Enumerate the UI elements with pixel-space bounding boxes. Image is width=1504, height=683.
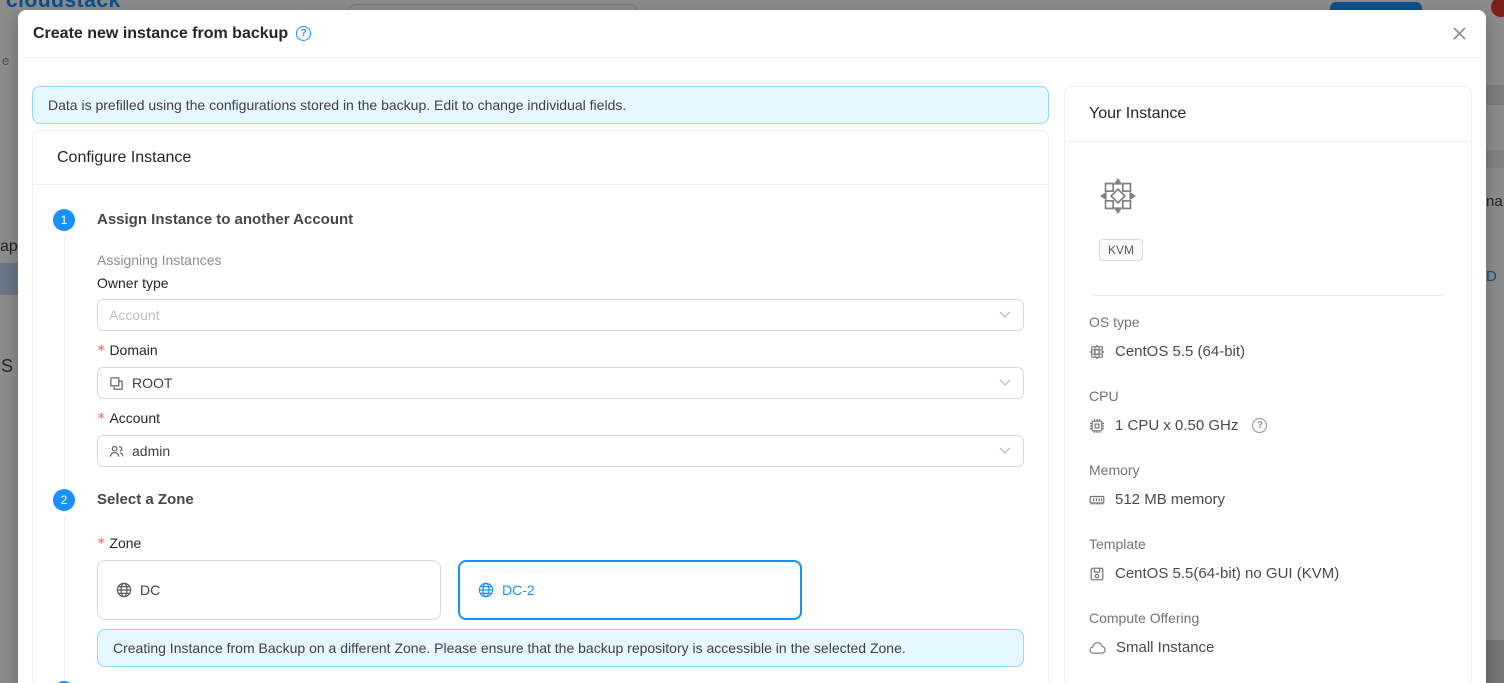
team-icon	[109, 444, 124, 459]
account-label: *Account	[97, 410, 1024, 427]
template-label: Template	[1089, 536, 1447, 552]
configure-instance-card: Configure Instance 1 Assign Instance to …	[32, 130, 1049, 683]
memory-label: Memory	[1089, 462, 1447, 478]
compute-offering-label: Compute Offering	[1089, 610, 1447, 626]
configure-instance-title: Configure Instance	[33, 131, 1048, 185]
create-instance-from-backup-modal: Create new instance from backup ? Data i…	[18, 10, 1486, 683]
owner-type-select[interactable]: Account	[97, 299, 1024, 331]
block-icon	[109, 376, 124, 391]
os-type-value-row: CentOS 5.5 (64-bit)	[1089, 343, 1447, 360]
globe-icon	[116, 582, 132, 598]
hypervisor-tag: KVM	[1099, 239, 1143, 261]
account-select[interactable]: admin	[97, 435, 1024, 467]
modal-title: Create new instance from backup	[33, 25, 288, 43]
cpu-label: CPU	[1089, 388, 1447, 404]
owner-type-label: Owner type	[97, 275, 1024, 291]
account-value: admin	[132, 443, 170, 459]
zone-option-dc[interactable]: DC	[97, 560, 441, 620]
step-connector	[64, 235, 65, 489]
step-title: Select a Zone	[97, 489, 1024, 511]
os-type-label: OS type	[1089, 314, 1447, 330]
compute-offering-value-row: Small Instance	[1089, 639, 1447, 656]
centos-logo-icon	[1099, 177, 1447, 215]
compute-offering-value: Small Instance	[1116, 639, 1214, 656]
cloud-icon	[1089, 641, 1106, 655]
step-number-badge: 1	[53, 209, 75, 231]
domain-value: ROOT	[132, 375, 172, 391]
save-icon	[1089, 566, 1105, 582]
divider	[1093, 295, 1443, 296]
globe-icon	[478, 582, 494, 598]
prefill-info-alert: Data is prefilled using the configuratio…	[32, 86, 1049, 124]
memory-icon	[1089, 492, 1105, 508]
domain-label: *Domain	[97, 342, 1024, 359]
domain-select[interactable]: ROOT	[97, 367, 1024, 399]
chevron-down-icon	[999, 379, 1011, 387]
cpu-help-icon[interactable]: ?	[1252, 418, 1267, 433]
zone-option-dc-2[interactable]: DC-2	[458, 560, 802, 620]
your-instance-title: Your Instance	[1065, 87, 1471, 142]
modal-header: Create new instance from backup ?	[18, 10, 1486, 58]
step-number-badge: 2	[53, 489, 75, 511]
close-icon[interactable]	[1447, 22, 1471, 46]
cpu-value: 1 CPU x 0.50 GHz	[1115, 417, 1238, 434]
cpu-value-row: 1 CPU x 0.50 GHz ?	[1089, 417, 1447, 434]
zone-name: DC-2	[502, 582, 535, 598]
chevron-down-icon	[999, 447, 1011, 455]
step-select-zone: 2 Select a Zone *Zone	[53, 489, 1024, 681]
memory-value-row: 512 MB memory	[1089, 491, 1447, 508]
template-value-row: CentOS 5.5(64-bit) no GUI (KVM)	[1089, 565, 1447, 582]
chevron-down-icon	[999, 311, 1011, 319]
step-title: Assign Instance to another Account	[97, 209, 1024, 231]
zone-label: *Zone	[97, 535, 1024, 552]
memory-value: 512 MB memory	[1115, 491, 1225, 508]
your-instance-card: Your Instance	[1064, 86, 1472, 683]
zone-warning-alert: Creating Instance from Backup on a diffe…	[97, 629, 1024, 667]
template-value: CentOS 5.5(64-bit) no GUI (KVM)	[1115, 565, 1339, 582]
cpu-icon	[1089, 418, 1105, 434]
zone-name: DC	[140, 582, 160, 598]
owner-type-placeholder: Account	[109, 307, 160, 323]
help-icon[interactable]: ?	[296, 26, 311, 41]
os-type-value: CentOS 5.5 (64-bit)	[1115, 343, 1245, 360]
assigning-instances-note: Assigning Instances	[97, 252, 1024, 268]
centos-icon	[1089, 344, 1105, 360]
step-connector	[64, 515, 65, 681]
step-assign-account: 1 Assign Instance to another Account Ass…	[53, 209, 1024, 489]
